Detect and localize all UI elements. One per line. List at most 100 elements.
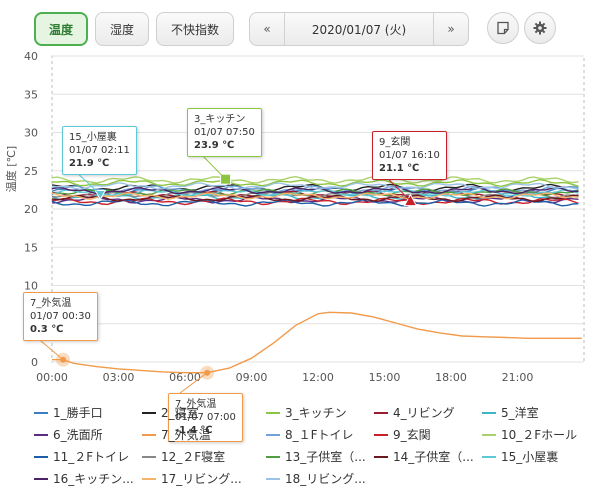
legend-label: 5_洋室	[501, 406, 539, 420]
legend-item[interactable]: 15_小屋裏	[482, 448, 558, 465]
legend-item[interactable]: 2_寝室	[142, 404, 199, 421]
tooltip: 15_小屋裏 01/07 02:11 21.9 ℃	[62, 126, 137, 175]
legend-swatch	[374, 411, 388, 414]
note-button[interactable]	[487, 12, 519, 44]
legend-label: 9_玄関	[393, 428, 431, 442]
tooltip-time: 01/07 16:10	[379, 150, 440, 161]
legend-item[interactable]: 18_リビング...	[266, 470, 366, 487]
tab-temperature[interactable]: 温度	[34, 12, 88, 46]
tooltip-series: 3_キッチン	[194, 114, 246, 125]
legend-label: 7_外気温	[161, 428, 211, 442]
legend-item[interactable]: 14_子供室（...	[374, 448, 474, 465]
legend-swatch	[482, 411, 496, 414]
tab-discomfort-index[interactable]: 不快指数	[156, 12, 234, 46]
x-tick-label: 12:00	[302, 371, 334, 384]
tooltip-series: 9_玄関	[379, 137, 411, 148]
legend-swatch	[266, 433, 280, 436]
tooltip: 7_外気温 01/07 00:30 0.3 ℃	[23, 292, 98, 341]
legend-item[interactable]: 6_洗面所	[34, 426, 103, 443]
legend-item[interactable]: 5_洋室	[482, 404, 539, 421]
legend-swatch	[266, 411, 280, 414]
y-tick-label: 25	[24, 165, 38, 178]
y-tick-label: 20	[24, 203, 38, 216]
series-line-7	[52, 311, 582, 374]
legend-item[interactable]: 9_玄関	[374, 426, 431, 443]
x-tick-label: 03:00	[103, 371, 135, 384]
legend-label: 11_２Fトイレ	[53, 450, 130, 464]
legend-swatch	[374, 455, 388, 458]
tooltip-value: 23.9 ℃	[194, 140, 235, 151]
legend-label: 14_子供室（...	[393, 450, 474, 464]
legend-swatch	[482, 455, 496, 458]
settings-button[interactable]	[524, 12, 556, 44]
temperature-chart: 051015202530354000:0003:0006:0009:0012:0…	[4, 50, 585, 394]
legend-swatch	[34, 433, 48, 436]
prev-day-button[interactable]: «	[250, 13, 284, 45]
legend-item[interactable]: 1_勝手口	[34, 404, 103, 421]
legend-swatch	[142, 433, 156, 436]
legend-label: 16_キッチン...	[53, 472, 134, 486]
tooltip-time: 01/07 00:30	[30, 311, 91, 322]
legend-label: 18_リビング...	[285, 472, 366, 486]
tooltip-value: 21.9 ℃	[69, 158, 110, 169]
legend-item[interactable]: 16_キッチン...	[34, 470, 134, 487]
legend-swatch	[34, 477, 48, 480]
y-tick-label: 0	[31, 356, 38, 369]
legend-swatch	[34, 455, 48, 458]
tooltip-series: 7_外気温	[30, 298, 72, 309]
x-tick-label: 00:00	[36, 371, 68, 384]
y-tick-label: 30	[24, 127, 38, 140]
legend-swatch	[142, 477, 156, 480]
legend-label: 2_寝室	[161, 406, 199, 420]
legend-item[interactable]: 11_２Fトイレ	[34, 448, 129, 465]
legend-swatch	[34, 411, 48, 414]
x-tick-label: 21:00	[502, 371, 534, 384]
legend-label: 8_１Fトイレ	[285, 428, 354, 442]
legend-label: 1_勝手口	[53, 406, 103, 420]
tooltip-value: 0.3 ℃	[30, 324, 64, 335]
x-tick-label: 15:00	[369, 371, 401, 384]
toolbar: 温度 湿度 不快指数 « 2020/01/07 (火) »	[0, 0, 600, 52]
tooltip: 9_玄関 01/07 16:10 21.1 ℃	[372, 131, 447, 180]
legend-swatch	[142, 455, 156, 458]
legend-item[interactable]: 13_子供室（...	[266, 448, 366, 465]
legend-label: 3_キッチン	[285, 406, 347, 420]
current-date[interactable]: 2020/01/07 (火)	[284, 13, 434, 45]
y-axis-title: 温度 [℃]	[4, 146, 18, 192]
gear-icon	[533, 21, 547, 35]
date-navigator: « 2020/01/07 (火) »	[249, 12, 469, 46]
legend-label: 4_リビング	[393, 406, 455, 420]
tooltip-value: 21.1 ℃	[379, 163, 420, 174]
tooltip-time: 01/07 07:50	[194, 127, 255, 138]
tab-humidity[interactable]: 湿度	[95, 12, 149, 46]
y-tick-label: 35	[24, 88, 38, 101]
legend-label: 12_２F寝室	[161, 450, 226, 464]
legend-item[interactable]: 12_２F寝室	[142, 448, 225, 465]
y-tick-label: 40	[24, 50, 38, 63]
tooltip-time: 01/07 02:11	[69, 145, 130, 156]
next-day-button[interactable]: »	[434, 13, 468, 45]
x-tick-label: 18:00	[435, 371, 467, 384]
x-tick-label: 09:00	[236, 371, 268, 384]
tooltip-series: 15_小屋裏	[69, 132, 117, 143]
tooltip: 3_キッチン 01/07 07:50 23.9 ℃	[187, 108, 262, 157]
legend-item[interactable]: 3_キッチン	[266, 404, 347, 421]
legend-item[interactable]: 17_リビング...	[142, 470, 242, 487]
legend-item[interactable]: 10_２Fホール	[482, 426, 577, 443]
legend-label: 17_リビング...	[161, 472, 242, 486]
note-icon	[497, 21, 509, 35]
y-tick-label: 15	[24, 241, 38, 254]
legend-label: 13_子供室（...	[285, 450, 366, 464]
legend-label: 10_２Fホール	[501, 428, 578, 442]
y-tick-label: 10	[24, 280, 38, 293]
legend-item[interactable]: 8_１Fトイレ	[266, 426, 354, 443]
legend-label: 15_小屋裏	[501, 450, 559, 464]
legend-swatch	[374, 433, 388, 436]
legend-swatch	[266, 477, 280, 480]
legend-swatch	[266, 455, 280, 458]
legend-swatch	[482, 433, 496, 436]
legend-label: 6_洗面所	[53, 428, 103, 442]
legend-item[interactable]: 4_リビング	[374, 404, 455, 421]
legend-swatch	[142, 411, 156, 414]
legend-item[interactable]: 7_外気温	[142, 426, 211, 443]
